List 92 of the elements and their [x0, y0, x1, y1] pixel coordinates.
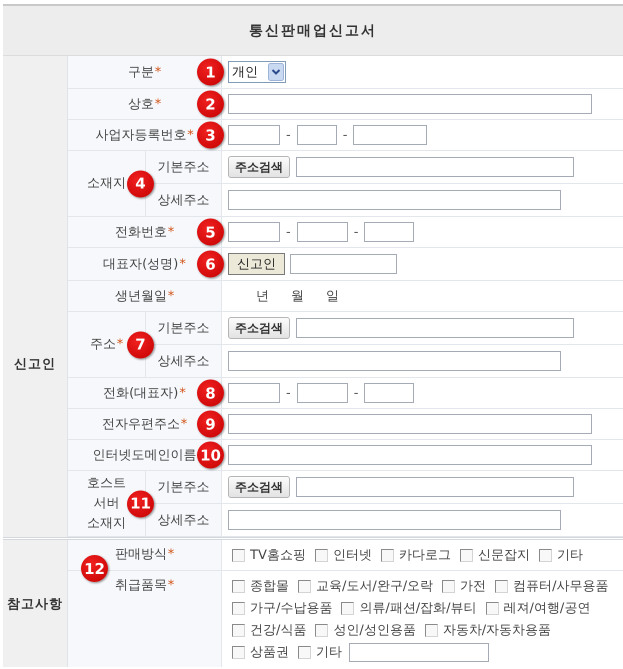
- input-field[interactable]: [228, 125, 280, 145]
- dash-separator: -: [286, 224, 291, 240]
- field-label: 기본주소: [158, 320, 210, 337]
- field-label: 상호*: [128, 96, 162, 113]
- checkbox[interactable]: [538, 548, 552, 562]
- field-label: 상세주소: [158, 353, 210, 370]
- field-label: 기본주소: [158, 159, 210, 176]
- input-field[interactable]: [228, 445, 592, 465]
- input-field[interactable]: [228, 383, 280, 403]
- field-label: 상세주소: [158, 192, 210, 209]
- address-search-button[interactable]: 주소검색: [228, 156, 290, 178]
- input-field[interactable]: [296, 383, 348, 403]
- input-field[interactable]: [296, 477, 574, 497]
- checkbox[interactable]: [232, 602, 245, 614]
- field-label: 전화(대표자)*: [103, 385, 186, 402]
- input-field[interactable]: [296, 318, 574, 338]
- option-label: 기타: [316, 644, 342, 661]
- option-label: 상품권: [250, 644, 289, 661]
- field-label: 기본주소: [158, 479, 210, 496]
- input-field[interactable]: [349, 642, 489, 662]
- checkbox[interactable]: [298, 646, 311, 658]
- date-unit-label: 일: [326, 288, 339, 305]
- input-field[interactable]: [364, 222, 414, 242]
- checkbox[interactable]: [298, 580, 311, 592]
- dash-separator: -: [354, 386, 358, 400]
- checkbox[interactable]: [486, 602, 499, 614]
- option-label: 성인/성인용품: [333, 622, 416, 639]
- option-label: 자동차/자동차용품: [442, 622, 552, 639]
- field-label: 취급품목*: [114, 577, 174, 595]
- input-field[interactable]: [296, 157, 574, 177]
- field-label: 호스트 서버 소재지: [86, 474, 127, 532]
- declarant-button[interactable]: 신고인: [228, 253, 285, 275]
- field-label: 소재지: [87, 174, 126, 192]
- address-search-button[interactable]: 주소검색: [228, 317, 290, 339]
- input-field[interactable]: [296, 125, 337, 145]
- input-field[interactable]: [228, 414, 592, 434]
- option-label: 컴퓨터/사무용품: [513, 578, 609, 595]
- option-label: 가전: [460, 578, 486, 595]
- option-label: 건강/식품: [250, 622, 306, 639]
- input-field[interactable]: [228, 190, 561, 210]
- checkbox[interactable]: [232, 548, 245, 562]
- checkbox[interactable]: [380, 548, 394, 562]
- checkbox[interactable]: [314, 548, 328, 562]
- input-field[interactable]: [353, 125, 428, 145]
- checkbox[interactable]: [341, 602, 354, 614]
- section-label: 신고인: [14, 356, 56, 372]
- field-label: 사업자등록번호*: [95, 127, 194, 144]
- checkbox[interactable]: [424, 624, 438, 636]
- field-label: 판매방식*: [114, 546, 174, 564]
- input-field[interactable]: [228, 351, 561, 371]
- field-label: 대표자(성명)*: [103, 256, 186, 273]
- checkbox[interactable]: [495, 580, 508, 592]
- input-field[interactable]: [290, 254, 397, 274]
- dash-separator: -: [286, 386, 291, 400]
- option-label: 가구/수납용품: [250, 600, 332, 617]
- checkbox[interactable]: [460, 548, 473, 562]
- checkbox[interactable]: [232, 580, 245, 592]
- date-unit-label: 년: [256, 288, 269, 305]
- form-title: 통신판매업신고서: [249, 22, 377, 40]
- checkbox[interactable]: [442, 580, 456, 592]
- option-label: 기타: [556, 547, 583, 564]
- dash-separator: -: [286, 128, 291, 142]
- option-label: TV홈쇼핑: [250, 547, 306, 564]
- field-label: 전자우편주소*: [102, 416, 188, 433]
- field-label: 주소*: [90, 336, 124, 354]
- field-label: 생년월일*: [114, 288, 174, 305]
- field-label: 상세주소: [158, 512, 210, 529]
- option-label: 신문잡지: [478, 547, 530, 564]
- option-label: 교육/도서/완구/오락: [316, 578, 434, 595]
- date-unit-label: 월: [291, 288, 304, 305]
- option-label: 인터넷: [332, 547, 372, 564]
- option-label: 종합몰: [250, 578, 289, 595]
- chevron-down-icon: [268, 63, 284, 81]
- checkbox[interactable]: [315, 624, 328, 636]
- field-label: 인터넷도메인이름: [92, 447, 196, 464]
- input-field[interactable]: [228, 94, 592, 114]
- input-field[interactable]: [228, 510, 561, 530]
- input-field[interactable]: [364, 383, 414, 403]
- option-label: 의류/패션/잡화/뷰티: [359, 600, 477, 617]
- input-field[interactable]: [296, 222, 348, 242]
- section-label: 참고사항: [7, 596, 63, 612]
- field-label: 구분*: [128, 64, 162, 81]
- option-label: 레져/여행/공연: [504, 600, 590, 617]
- select-dropdown[interactable]: 개인: [228, 61, 286, 83]
- checkbox[interactable]: [232, 646, 245, 658]
- address-search-button[interactable]: 주소검색: [228, 476, 290, 498]
- dash-separator: -: [354, 224, 358, 240]
- field-label: 전화번호*: [114, 224, 174, 241]
- option-label: 카다로그: [398, 547, 451, 564]
- dash-separator: -: [342, 128, 348, 142]
- checkbox[interactable]: [232, 624, 245, 636]
- input-field[interactable]: [228, 222, 280, 242]
